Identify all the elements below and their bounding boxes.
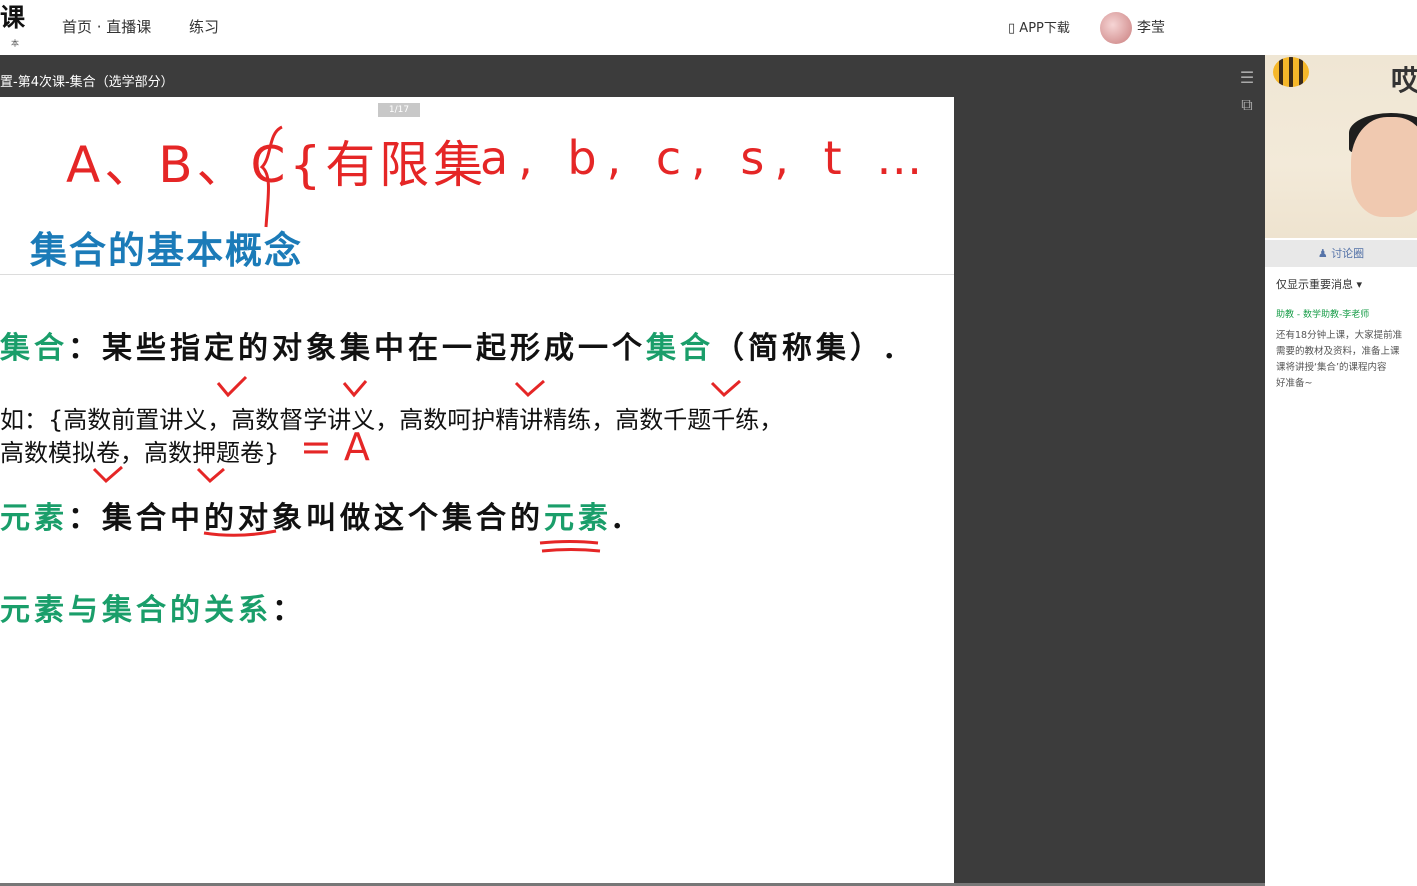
tab-discussion[interactable]: ♟ 讨论圈 (1265, 240, 1417, 267)
message-line: 需要的教材及资料，准备上课 (1276, 346, 1400, 357)
course-title: 置-第4次课-集合（选学部分） (0, 75, 174, 90)
teacher-face (1351, 117, 1417, 217)
pen-marks (92, 125, 741, 553)
message-body: 还有18分钟上课，大家提前准 需要的教材及资料，准备上课 课将讲授‘集合’的课程… (1276, 328, 1416, 392)
check-mark (710, 379, 741, 398)
bee-mascot (1273, 57, 1309, 87)
nav-home-live[interactable]: 首页 · 直播课 (62, 16, 151, 37)
message-sender: 助教 - 数学助教-李老师 (1276, 310, 1370, 320)
site-logo[interactable]: 课 (0, 4, 25, 32)
message-line: 课将讲授‘集合’的课程内容 (1276, 362, 1387, 373)
app-download-label: APP下载 (1019, 21, 1070, 36)
brace-mark (259, 125, 283, 228)
check-mark (216, 375, 248, 398)
top-bar: 课 本 首页 · 直播课 练习 ▯ APP下载 李莹 (0, 0, 1417, 55)
share-icon[interactable]: ⧉ (1236, 95, 1258, 115)
site-logo-sub: 本 (11, 39, 19, 48)
check-mark (342, 380, 368, 398)
slide-tools: ☰ ⧉ (1236, 68, 1258, 115)
filter-label: 仅显示重要消息 (1276, 278, 1353, 291)
filter-important-toggle[interactable]: 仅显示重要消息 ▾ (1276, 276, 1362, 292)
underline-mark (203, 529, 277, 537)
avatar[interactable] (1100, 12, 1132, 44)
users-icon: ♟ (1317, 247, 1328, 260)
message-line: 好准备~ (1276, 378, 1313, 389)
underline-mark (539, 540, 599, 545)
underline-mark (541, 548, 601, 553)
username[interactable]: 李莹 (1137, 17, 1165, 37)
app-download-link[interactable]: ▯ APP下载 (1008, 17, 1070, 36)
phone-icon: ▯ (1008, 21, 1016, 36)
check-mark (514, 379, 545, 398)
check-mark (92, 465, 123, 484)
check-mark (196, 467, 225, 484)
mascot-text: 哎 (1391, 64, 1417, 97)
message-line: 还有18分钟上课，大家提前准 (1276, 330, 1403, 341)
nav-practice[interactable]: 练习 (189, 16, 219, 37)
tab-discussion-label: 讨论圈 (1331, 247, 1365, 260)
lecture-slide[interactable]: 1/17 A、B、C{有限集 a, b, c, s, t … 集合的基本概念 集… (0, 97, 954, 883)
right-sidebar: 哎 ♟ 讨论圈 仅显示重要消息 ▾ 助教 - 数学助教-李老师 还有18分钟上课… (1265, 55, 1417, 886)
teacher-video[interactable]: 哎 (1265, 55, 1417, 238)
menu-icon[interactable]: ☰ (1236, 68, 1258, 87)
chevron-down-icon: ▾ (1356, 278, 1363, 291)
